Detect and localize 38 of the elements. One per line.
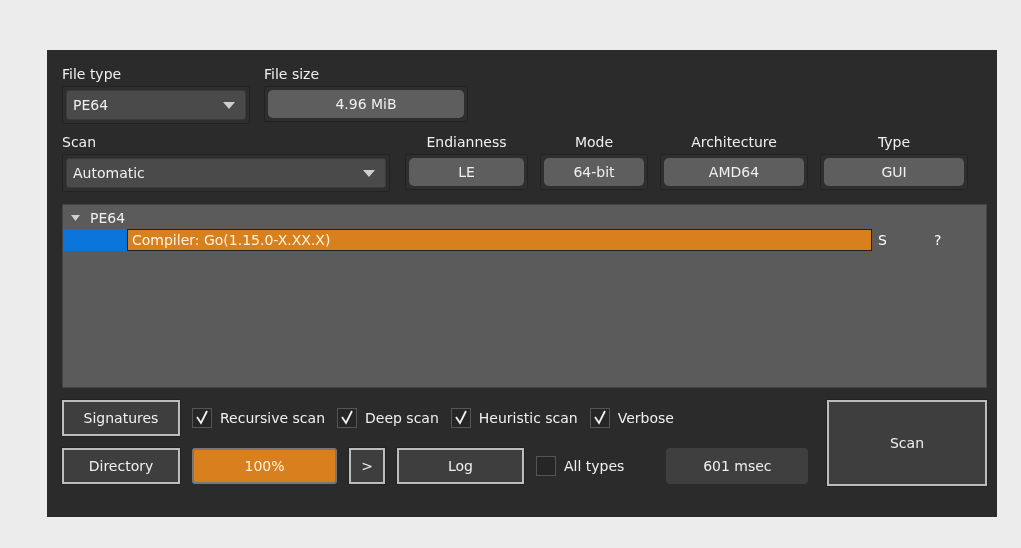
field-label: Type [876,133,912,152]
field-label: Endianness [425,133,508,152]
checkbox[interactable] [589,408,610,428]
log-button[interactable]: Log [397,448,524,484]
dropdown-caret-icon [363,169,375,177]
directory-button[interactable]: Directory [62,448,180,484]
signatures-button[interactable]: Signatures [62,400,180,436]
checkbox[interactable] [536,456,556,476]
elapsed-time-field: 601 msec [666,448,809,484]
checkbox[interactable] [450,408,471,428]
checkbox[interactable] [192,408,212,428]
result-column-text: ? [934,232,942,248]
info-field: GUI [824,158,964,186]
checkbox[interactable] [337,408,357,428]
field-label: File type [62,65,123,84]
checkbox-label[interactable]: Deep scan [365,410,439,426]
field-label: Architecture [690,133,778,152]
checkbox-label[interactable]: Heuristic scan [478,410,578,426]
checkbox-label[interactable]: Verbose [617,410,674,426]
info-field: AMD64 [664,158,804,186]
field-label: File size [264,65,321,84]
result-marker [63,229,127,251]
checkbox-label[interactable]: All types [564,458,625,474]
expand-arrow-icon[interactable] [71,215,80,221]
next-button[interactable]: > [349,448,385,484]
tree-node[interactable]: PE64 [90,210,126,226]
dropdown-caret-icon [223,101,235,109]
info-field: 64-bit [544,158,644,186]
checkbox-label[interactable]: Recursive scan [220,410,325,426]
result-column-text: S [877,232,888,248]
field-label: Scan [62,133,98,152]
file-type-dropdown[interactable]: PE64 [66,90,246,120]
info-field: LE [409,158,524,186]
field-label: Mode [573,133,615,152]
progress-text: 100% [243,457,286,476]
scan-dropdown[interactable]: Automatic [66,158,386,188]
file-size-field: 4.96 MiB [268,90,464,118]
scan-button[interactable]: Scan [827,400,987,486]
